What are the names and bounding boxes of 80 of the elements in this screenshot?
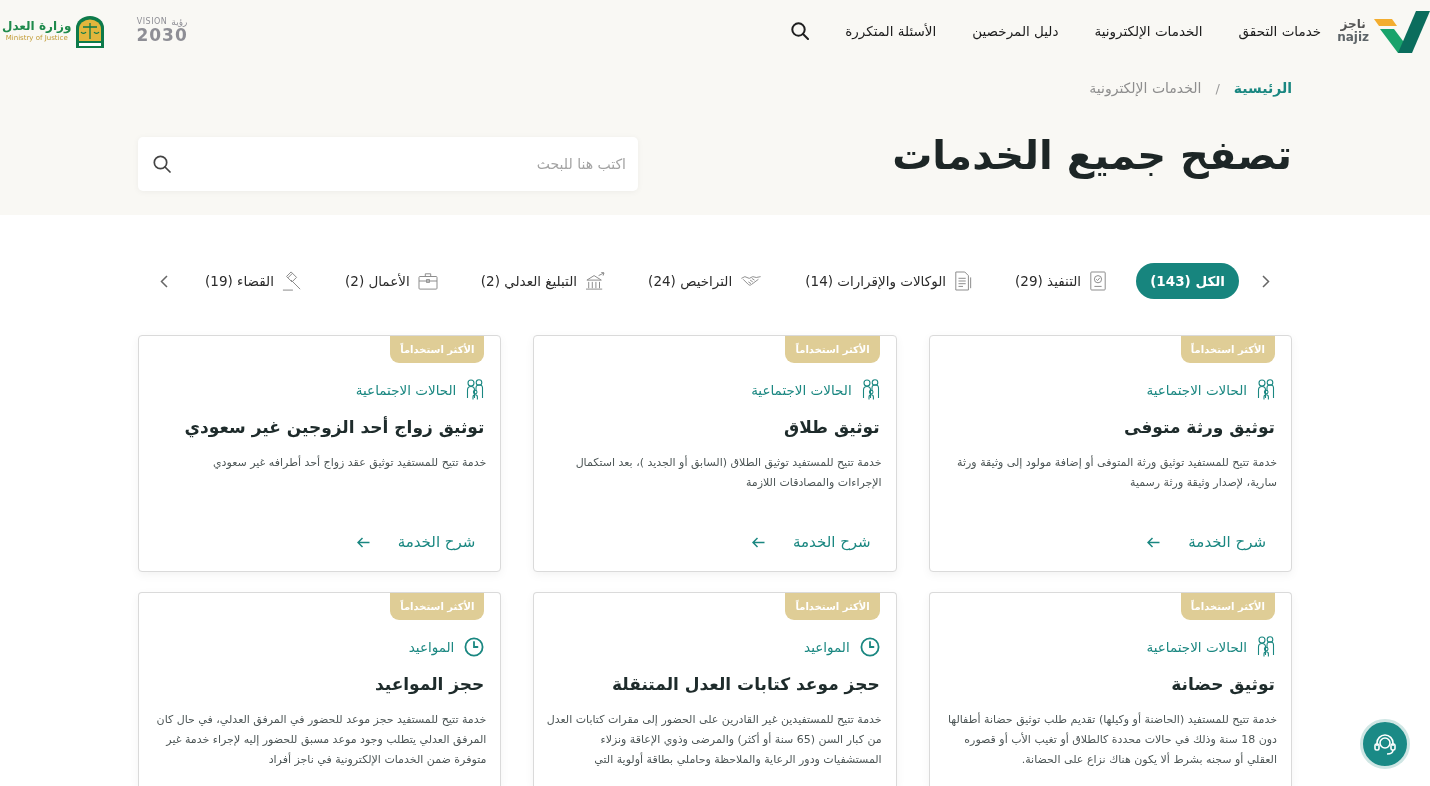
nav-link[interactable]: الخدمات الإلكترونية (1094, 23, 1203, 39)
category-tab[interactable]: التبليغ العدلي (2) (466, 263, 620, 299)
logo-text: najiz (1337, 31, 1369, 44)
logo-text: رؤية (171, 16, 188, 28)
clock-icon (464, 636, 485, 657)
category-tab[interactable]: الوكالات والإقرارات (14) (791, 263, 986, 299)
category-tab[interactable]: الكل (143) (1136, 263, 1239, 299)
previous-button[interactable] (1261, 274, 1271, 288)
family-icon (1257, 636, 1275, 657)
card-title: توثيق طلاق (783, 416, 880, 440)
search-icon (791, 22, 810, 40)
most-used-badge: الأكثر استخداماً (390, 593, 485, 620)
service-card[interactable]: الأكثر استخداماً الحالات الاجتماعية توثيق زواج أحد الزوجين غير سعودي خدمة تتيح للمستفيد توثيق عقد زواج أحد أطرافه غير سعودي شرح الخدمة (138, 335, 502, 572)
logo-text: ناجز (1340, 18, 1366, 31)
document-icon (1089, 271, 1108, 291)
card-description: خدمة تتيح للمستفيد توثيق ورثة المتوفى أو إضافة مولود إلى وثيقة ورثة سارية، لإصدار وثيقة ورثة رسمية (956, 454, 1277, 491)
next-button[interactable] (159, 274, 169, 288)
card-description: خدمة تتيح للمستفيد حجز موعد للحضور في المرفق العدلي، في حال كان المرفق العدلي يتطلب وجود موعد مسبق للحضور إليه لإجراء خدمة غير متوفرة ضمن الخدمات الإلكترونية في ناجز أفراد (155, 712, 487, 768)
family-icon (466, 379, 485, 400)
card-title: توثيق زواج أحد الزوجين غير سعودي (184, 415, 485, 440)
logo-text: وزارة العدل (2, 20, 72, 34)
category-label: الحالات الاجتماعية (751, 381, 852, 398)
breadcrumb-separator: / (1215, 80, 1220, 96)
category-tab[interactable]: التنفيذ (29) (1001, 263, 1122, 299)
most-used-badge: الأكثر استخداماً (390, 336, 485, 363)
arrow-left-icon (1147, 536, 1161, 548)
chevron-left-icon (160, 274, 168, 288)
service-details-link[interactable]: شرح الخدمة (1147, 533, 1266, 551)
scales-emblem-icon (74, 14, 107, 48)
nav-link[interactable]: دليل المرخصين (972, 23, 1059, 39)
building-icon (585, 272, 606, 290)
category-tab[interactable]: الأعمال (2) (331, 263, 452, 299)
category-tab[interactable]: القضاء (19) (191, 263, 316, 299)
logo-text: VISION (136, 17, 168, 27)
service-card[interactable] (533, 592, 897, 786)
breadcrumb-current: الخدمات الإلكترونية (1089, 80, 1202, 96)
gavel-icon (281, 271, 302, 291)
family-icon (1257, 379, 1275, 400)
headset-icon (1372, 731, 1398, 757)
service-details-link[interactable]: شرح الخدمة (356, 533, 476, 551)
clock-icon (859, 636, 880, 657)
service-details-link[interactable]: شرح الخدمة (752, 533, 871, 551)
family-icon (861, 379, 880, 400)
card-description: خدمة تتيح للمستفيد توثيق الطلاق (السابق أو الجديد )، بعد استكمال الإجراءات والمصادقات اللازمة (574, 454, 882, 491)
card-title: حجز المواعيد (374, 673, 485, 697)
card-title: حجز موعد كتابات العدل المتنقلة (611, 673, 880, 697)
nav-link[interactable]: خدمات التحقق (1238, 23, 1322, 39)
search-field[interactable]: اكتب هنا للبحث (138, 137, 638, 191)
nav-link[interactable]: الأسئلة المتكررة (845, 23, 937, 39)
card-description: خدمة تتيح للمستفيد توثيق عقد زواج أحد أطرافه غير سعودي (212, 454, 487, 471)
card-description: خدمة تتيح للمستفيد (الحاضنة أو وكيلها) تقديم طلب توثيق حضانة أطفالها دون 18 سنة وذلك في حالات محددة كالطلاق أو تغيب الأب أو قصوره العقلي أو سجنه بشرط ألا يكون هناك نزاع على الحضانة. (947, 711, 1277, 768)
service-card[interactable] (138, 592, 502, 786)
arrow-left-icon (752, 536, 765, 548)
service-card[interactable] (928, 592, 1292, 786)
most-used-badge: الأكثر استخداماً (1180, 593, 1275, 620)
page-title: تصفح جميع الخدمات (892, 131, 1292, 180)
most-used-badge: الأكثر استخداماً (1180, 336, 1275, 363)
support-chat-button[interactable] (1360, 719, 1410, 769)
breadcrumb-link[interactable]: الرئيسية (1233, 80, 1292, 96)
most-used-badge: الأكثر استخداماً (785, 336, 880, 363)
most-used-badge: الأكثر استخداماً (785, 593, 880, 620)
category-label: الحالات الاجتماعية (355, 381, 457, 398)
logo-text: 2030 (136, 27, 188, 46)
category-tab[interactable]: التراخيص (24) (634, 263, 777, 299)
category-label: المواعيد (804, 638, 850, 655)
document-lines-icon (954, 271, 972, 291)
category-label: المواعيد (408, 638, 455, 655)
briefcase-icon (417, 272, 438, 290)
service-card[interactable]: الأكثر استخداماً الحالات الاجتماعية توثيق طلاق خدمة تتيح للمستفيد توثيق الطلاق (السابق أو الجديد )، بعد استكمال الإجراءات والمصادقات اللازمة شرح الخدمة (533, 335, 897, 572)
search-button[interactable] (791, 22, 810, 40)
category-label: الحالات الاجتماعية (1146, 381, 1247, 398)
card-description: خدمة تتيح للمستفيدين غير القادرين على الحضور إلى مقرات كتابات العدل من كبار السن (65 سنة أو أكثر) والمرضى وذوي الإعاقة ونزلاء المستشفيات ودور الرعاية والملاحظة وحاملي بطاقة أولوية التي (546, 712, 882, 768)
card-title: توثيق ورثة متوفى (1123, 416, 1275, 440)
chevron-right-icon (1262, 274, 1270, 288)
search-icon (153, 155, 171, 173)
arrow-left-icon (356, 536, 370, 548)
category-label: الحالات الاجتماعية (1146, 638, 1247, 655)
service-card[interactable]: الأكثر استخداماً الحالات الاجتماعية توثيق ورثة متوفى خدمة تتيح للمستفيد توثيق ورثة المتوفى أو إضافة مولود إلى وثيقة ورثة سارية، لإصدار وثيقة ورثة رسمية شرح الخدمة (928, 335, 1292, 572)
card-title: توثيق حضانة (1171, 673, 1275, 697)
handshake-icon (740, 274, 763, 288)
